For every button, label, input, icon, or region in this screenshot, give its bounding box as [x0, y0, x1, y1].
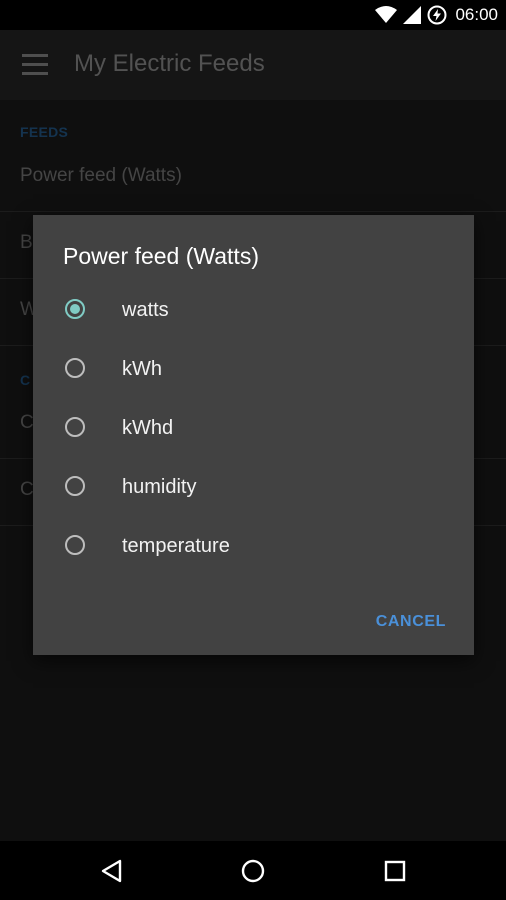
wifi-icon — [375, 6, 398, 23]
status-bar: 06:00 — [0, 0, 506, 30]
cancel-button[interactable]: CANCEL — [376, 613, 446, 631]
radio-button-icon[interactable] — [65, 299, 85, 319]
back-icon[interactable] — [99, 858, 125, 884]
status-icons: 06:00 — [375, 0, 498, 30]
option-label: temperature — [122, 535, 230, 557]
option-watts[interactable]: watts — [33, 282, 474, 341]
signal-icon — [403, 6, 422, 24]
option-humidity[interactable]: humidity — [33, 459, 474, 518]
option-temperature[interactable]: temperature — [33, 518, 474, 577]
recents-icon[interactable] — [382, 858, 408, 884]
dialog-title: Power feed (Watts) — [63, 243, 259, 269]
option-label: kWh — [122, 358, 162, 380]
option-kwh[interactable]: kWh — [33, 341, 474, 400]
radio-options-list: watts kWh kWhd humidity temperature — [33, 282, 474, 577]
option-label: humidity — [122, 476, 197, 498]
navigation-bar — [0, 841, 506, 900]
battery-charging-icon — [427, 5, 447, 25]
radio-button-icon[interactable] — [65, 476, 85, 496]
radio-button-icon[interactable] — [65, 358, 85, 378]
home-icon[interactable] — [240, 858, 266, 884]
radio-button-icon[interactable] — [65, 417, 85, 437]
option-label: watts — [122, 299, 169, 321]
radio-button-icon[interactable] — [65, 535, 85, 555]
status-time: 06:00 — [455, 5, 498, 24]
option-kwhd[interactable]: kWhd — [33, 400, 474, 459]
feed-select-dialog: Power feed (Watts) watts kWh kWhd humidi… — [33, 215, 474, 655]
option-label: kWhd — [122, 417, 174, 439]
